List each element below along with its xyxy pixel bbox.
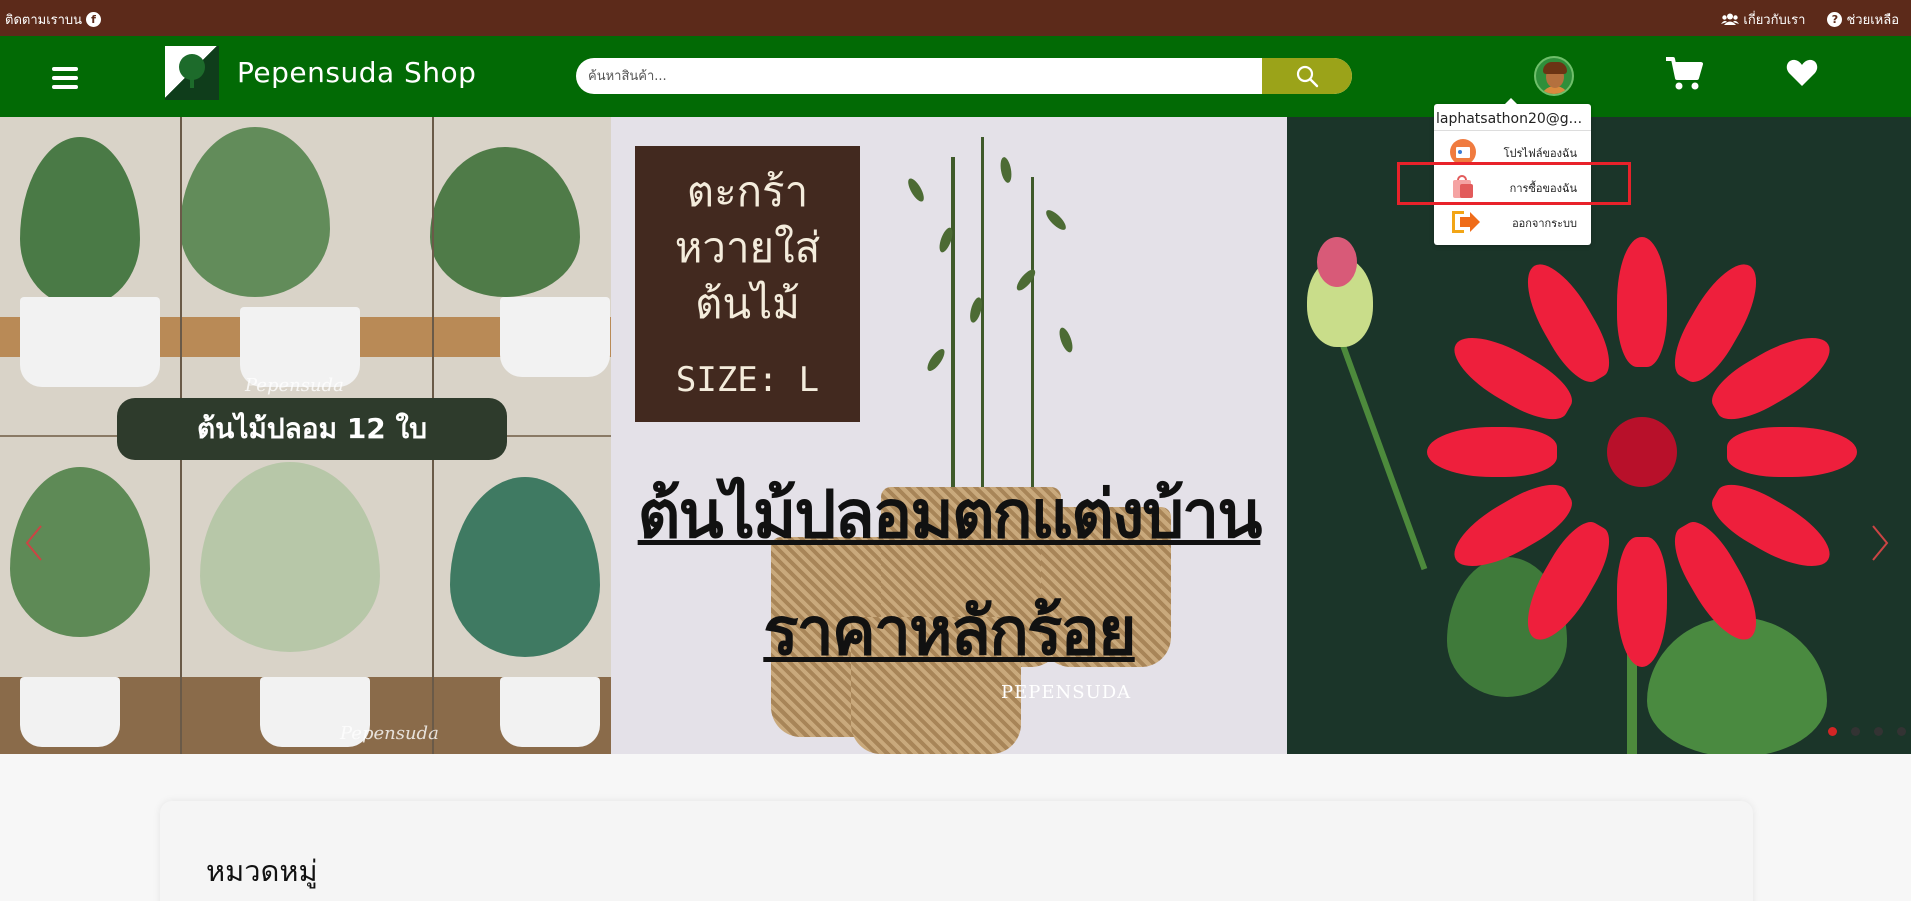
slide-dahlia-flower[interactable] — [1287, 117, 1911, 754]
top-bar: ติดตามเราบน f เกี่ยวกับเรา ? ช่วยเหลือ — [0, 0, 1911, 36]
carousel-dot[interactable] — [1828, 727, 1837, 736]
profile-card-icon — [1450, 139, 1476, 165]
facebook-icon[interactable]: f — [86, 12, 102, 27]
slide-artificial-plants[interactable]: ต้นไม้ปลอม 12 ใบ Pepensuda Pepensuda — [0, 117, 611, 754]
menu-item-purchases-label: การซื้อของฉัน — [1509, 182, 1577, 195]
logout-icon — [1450, 209, 1480, 235]
search-button[interactable] — [1262, 58, 1352, 94]
search-icon — [1296, 65, 1319, 88]
help-label: ช่วยเหลือ — [1846, 13, 1899, 28]
follow-label: ติดตามเราบน — [5, 13, 83, 28]
slide-2-size: SIZE: L — [675, 360, 820, 400]
category-title: หมวดหมู่ — [206, 854, 318, 888]
carousel-prev-arrow-icon[interactable] — [24, 523, 44, 563]
shopping-bag-icon — [1450, 174, 1476, 200]
carousel-dots — [1828, 727, 1906, 736]
carousel-dot[interactable] — [1897, 727, 1906, 736]
hero-carousel[interactable]: ต้นไม้ปลอม 12 ใบ Pepensuda Pepensuda ตะก… — [0, 117, 1911, 754]
carousel-dot[interactable] — [1874, 727, 1883, 736]
heart-icon[interactable] — [1786, 58, 1818, 88]
slide-1-banner: ต้นไม้ปลอม 12 ใบ — [117, 398, 507, 460]
menu-item-profile-label: โปรไฟล์ของฉัน — [1503, 147, 1577, 160]
help-link[interactable]: ? ช่วยเหลือ — [1827, 9, 1899, 30]
slide-1-watermark: Pepensuda — [245, 375, 344, 396]
question-circle-icon: ? — [1827, 12, 1843, 27]
user-dropdown-menu: laphatsathon20@g... โปรไฟล์ของฉัน การซื้… — [1434, 98, 1591, 245]
search-bar — [576, 58, 1352, 94]
shop-logo[interactable] — [165, 46, 219, 100]
slide-rattan-baskets[interactable]: ตะกร้า หวายใส่ ต้นไม้ SIZE: L ต้นไม้ปลอม… — [611, 117, 1287, 754]
slide-2-headline-1: ต้นไม้ปลอมตกแต่งบ้าน — [637, 476, 1263, 553]
about-link[interactable]: เกี่ยวกับเรา — [1721, 9, 1805, 30]
menu-item-my-purchases[interactable]: การซื้อของฉัน — [1434, 169, 1591, 203]
carousel-dot[interactable] — [1851, 727, 1860, 736]
follow-us[interactable]: ติดตามเราบน f — [5, 9, 102, 30]
about-label: เกี่ยวกับเรา — [1743, 13, 1806, 28]
cart-icon[interactable] — [1665, 56, 1703, 92]
slide-2-box-text: ตะกร้า หวายใส่ ต้นไม้ — [674, 167, 821, 328]
category-section: หมวดหมู่ — [160, 801, 1753, 901]
hamburger-menu-icon[interactable] — [52, 67, 78, 89]
brand-name[interactable]: Pepensuda Shop — [237, 56, 476, 89]
user-avatar[interactable] — [1534, 56, 1574, 96]
menu-item-logout-label: ออกจากระบบ — [1512, 217, 1577, 230]
search-input[interactable] — [576, 58, 1262, 94]
users-icon — [1721, 13, 1740, 25]
menu-item-logout[interactable]: ออกจากระบบ — [1434, 204, 1591, 238]
user-email: laphatsathon20@g... — [1436, 111, 1583, 127]
slide-2-headline-2: ราคาหลักร้อย — [763, 593, 1136, 670]
slide-2-info-box: ตะกร้า หวายใส่ ต้นไม้ SIZE: L — [635, 146, 860, 422]
slide-2-watermark: PEPENSUDA — [1001, 682, 1132, 703]
slide-1-watermark-2: Pepensuda — [340, 723, 439, 744]
carousel-next-arrow-icon[interactable] — [1870, 523, 1890, 563]
menu-item-profile[interactable]: โปรไฟล์ของฉัน — [1434, 134, 1591, 168]
